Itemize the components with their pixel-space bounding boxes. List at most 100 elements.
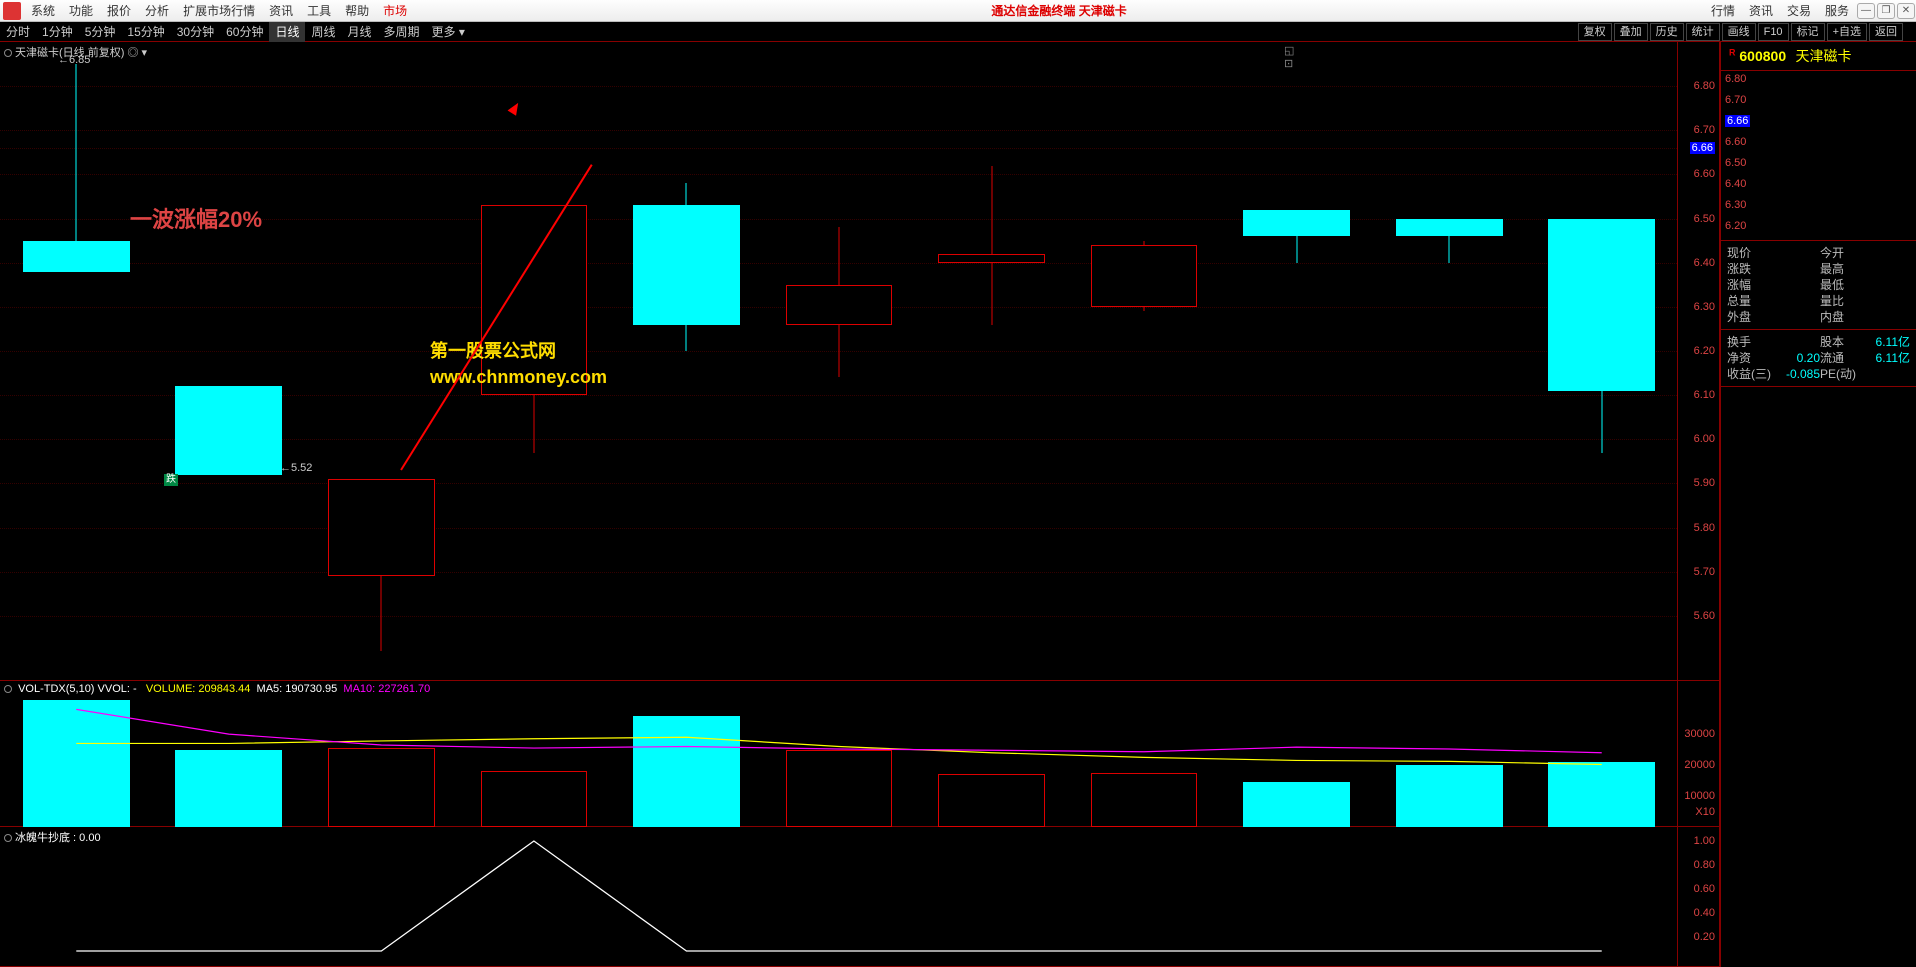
rbtn-news[interactable]: 资讯 <box>1742 0 1780 22</box>
volume-chart[interactable]: VOL-TDX(5,10) VVOL: - VOLUME: 209843.44 … <box>0 681 1719 827</box>
volume-bar <box>1548 762 1655 827</box>
price-axis-label: 6.30 <box>1694 301 1715 313</box>
tool-history[interactable]: 历史 <box>1650 23 1684 41</box>
app-title: 通达信金融终端 天津磁卡 <box>414 2 1704 19</box>
volume-bar <box>938 774 1045 827</box>
info-row: 涨幅最低 <box>1727 277 1910 293</box>
tf-multi[interactable]: 多周期 <box>378 22 426 42</box>
vol-axis-label: 10000 <box>1684 790 1715 802</box>
info-row: 外盘内盘 <box>1727 309 1910 325</box>
tf-5m[interactable]: 5分钟 <box>79 22 122 42</box>
volume-bar <box>633 716 740 827</box>
price-axis-label: 5.60 <box>1694 610 1715 622</box>
price-axis-label: 6.60 <box>1694 168 1715 180</box>
candle-bar <box>1243 42 1350 660</box>
tf-1m[interactable]: 1分钟 <box>36 22 79 42</box>
side-panel: R 600800 天津磁卡 6.806.706.666.606.506.406.… <box>1721 42 1916 967</box>
volume-bar <box>328 748 435 827</box>
tool-stats[interactable]: 统计 <box>1686 23 1720 41</box>
tf-30m[interactable]: 30分钟 <box>171 22 220 42</box>
tool-f10[interactable]: F10 <box>1758 23 1789 41</box>
minimize-button[interactable]: — <box>1857 3 1875 19</box>
volume-bar <box>1091 773 1198 827</box>
candle-bar <box>23 42 130 660</box>
menu-extmarket[interactable]: 扩展市场行情 <box>176 0 262 22</box>
rbtn-quotes[interactable]: 行情 <box>1704 0 1742 22</box>
candle-header: 天津磁卡(日线 前复权) ◎ ▾ ◱ ⊡ <box>4 44 147 60</box>
indicator-chart[interactable]: 冰魄牛抄底 : 0.00 1.00 0.80 0.60 0.40 0.20 <box>0 827 1719 967</box>
info-row: 净资0.20流通6.11亿 <box>1727 350 1910 366</box>
tf-15m[interactable]: 15分钟 <box>121 22 170 42</box>
candle-bar <box>328 42 435 660</box>
price-axis-label: 6.80 <box>1694 80 1715 92</box>
ind-axis-label: 0.20 <box>1694 931 1715 943</box>
info-row: 总量量比 <box>1727 293 1910 309</box>
close-button[interactable]: ✕ <box>1897 3 1915 19</box>
menu-help[interactable]: 帮助 <box>338 0 376 22</box>
price-axis-label: 5.70 <box>1694 566 1715 578</box>
volume-bar <box>175 750 282 827</box>
tf-week[interactable]: 周线 <box>305 22 341 42</box>
price-axis-label: 6.10 <box>1694 389 1715 401</box>
candle-bar <box>1548 42 1655 660</box>
tf-day[interactable]: 日线 <box>269 22 305 42</box>
ind-axis-label: 0.40 <box>1694 907 1715 919</box>
side-price-axis: 6.806.706.666.606.506.406.306.20 <box>1721 71 1916 241</box>
candle-bar <box>938 42 1045 660</box>
maximize-button[interactable]: ❐ <box>1877 3 1895 19</box>
rbtn-trade[interactable]: 交易 <box>1780 0 1818 22</box>
price-axis-label: 5.80 <box>1694 522 1715 534</box>
candle-bar <box>1091 42 1198 660</box>
volume-bar <box>1243 782 1350 827</box>
price-tag-low: ←5.52 <box>280 462 312 474</box>
annotation-wave: 一波涨幅20% <box>130 202 262 234</box>
price-axis-label: 5.90 <box>1694 477 1715 489</box>
menu-tools[interactable]: 工具 <box>300 0 338 22</box>
candle-bar <box>175 42 282 660</box>
volume-bar <box>1396 765 1503 827</box>
indicator-header: 冰魄牛抄底 : 0.00 <box>4 829 101 845</box>
marker-drop-icon: 跌 <box>164 474 178 486</box>
tf-60m[interactable]: 60分钟 <box>220 22 269 42</box>
tool-draw[interactable]: 画线 <box>1722 23 1756 41</box>
tool-favorite[interactable]: +自选 <box>1827 23 1867 41</box>
tool-mark[interactable]: 标记 <box>1791 23 1825 41</box>
tf-more[interactable]: 更多 ▾ <box>426 22 471 42</box>
menu-quote[interactable]: 报价 <box>100 0 138 22</box>
rbtn-service[interactable]: 服务 <box>1818 0 1856 22</box>
price-axis-label: 6.20 <box>1694 345 1715 357</box>
tf-tick[interactable]: 分时 <box>0 22 36 42</box>
ind-axis-label: 0.80 <box>1694 859 1715 871</box>
vol-axis-label: 20000 <box>1684 759 1715 771</box>
candle-bar <box>1396 42 1503 660</box>
info-block-2: 换手股本6.11亿净资0.20流通6.11亿收益(三)-0.085PE(动) <box>1721 330 1916 387</box>
tool-fuquan[interactable]: 复权 <box>1578 23 1612 41</box>
timeframe-bar: 分时 1分钟 5分钟 15分钟 30分钟 60分钟 日线 周线 月线 多周期 更… <box>0 22 1916 42</box>
menu-analyze[interactable]: 分析 <box>138 0 176 22</box>
info-row: 收益(三)-0.085PE(动) <box>1727 366 1910 382</box>
info-row: 现价今开 <box>1727 245 1910 261</box>
tool-back[interactable]: 返回 <box>1869 23 1903 41</box>
tf-month[interactable]: 月线 <box>342 22 378 42</box>
vol-axis-label: 30000 <box>1684 728 1715 740</box>
tool-overlay[interactable]: 叠加 <box>1614 23 1648 41</box>
info-row: 换手股本6.11亿 <box>1727 334 1910 350</box>
annotation-sitename: 第一股票公式网 <box>430 337 556 363</box>
menu-market[interactable]: 市场 <box>376 0 414 22</box>
price-axis-label: 6.50 <box>1694 213 1715 225</box>
candlestick-chart[interactable]: 天津磁卡(日线 前复权) ◎ ▾ ◱ ⊡ 6.806.706.666.606.5… <box>0 42 1719 681</box>
menu-system[interactable]: 系统 <box>24 0 62 22</box>
info-block-1: 现价今开涨跌最高涨幅最低总量量比外盘内盘 <box>1721 241 1916 330</box>
volume-bar <box>23 700 130 827</box>
app-logo-icon <box>3 2 21 20</box>
ind-axis-label: 1.00 <box>1694 835 1715 847</box>
menu-function[interactable]: 功能 <box>62 0 100 22</box>
stock-code-row[interactable]: R 600800 天津磁卡 <box>1721 42 1916 71</box>
candle-bar <box>633 42 740 660</box>
volume-bar <box>481 771 588 827</box>
ind-axis-label: 0.60 <box>1694 883 1715 895</box>
price-axis-label: 6.40 <box>1694 257 1715 269</box>
candle-bar <box>786 42 893 660</box>
menu-bar: 系统 功能 报价 分析 扩展市场行情 资讯 工具 帮助 市场 通达信金融终端 天… <box>0 0 1916 22</box>
menu-news[interactable]: 资讯 <box>262 0 300 22</box>
